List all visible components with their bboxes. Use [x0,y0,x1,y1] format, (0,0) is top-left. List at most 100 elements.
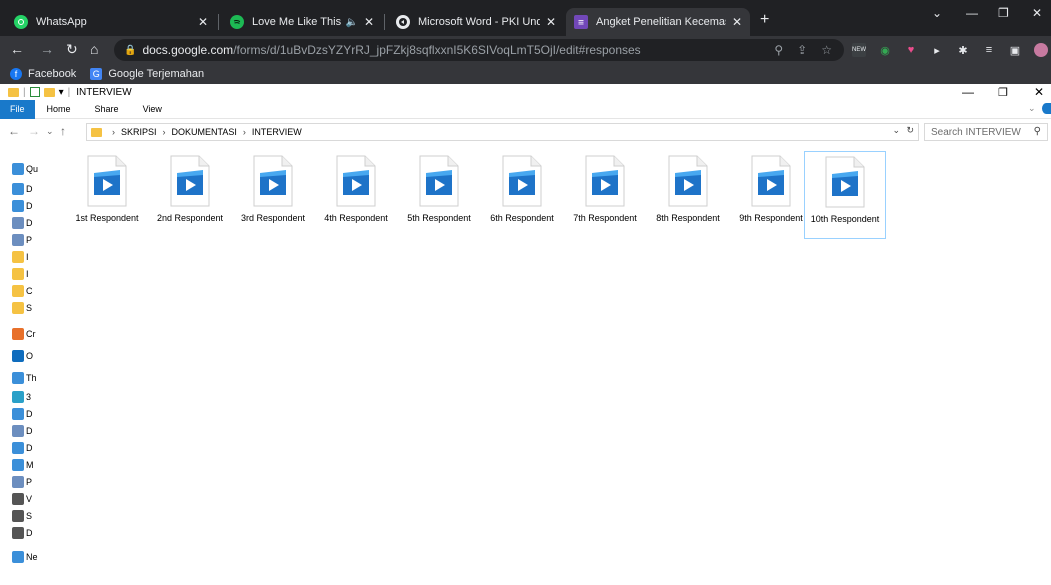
close-icon[interactable]: ✕ [198,15,208,29]
file-item[interactable]: 1st Respondent [66,151,148,239]
back-arrow-icon[interactable]: ← [8,124,20,138]
recent-locations-icon[interactable]: ⌄ [46,126,54,137]
file-item[interactable]: 5th Respondent [398,151,480,239]
chevron-down-icon[interactable]: ⌄ [1028,103,1036,114]
breadcrumb-dokumentasi[interactable]: DOKUMENTASI [172,127,237,137]
sidebar-item[interactable]: O [12,349,42,363]
breadcrumb-skripsi[interactable]: SKRIPSI [121,127,157,137]
file-item[interactable]: 9th Respondent [730,151,812,239]
video-file-icon [585,155,625,207]
close-icon[interactable]: ✕ [364,15,374,29]
sidebar-item[interactable]: D [12,526,42,540]
ribbon-tabs: File Home Share View ⌄ [0,99,1051,119]
sidebar-item[interactable]: D [12,407,42,421]
bookmark-label: Google Terjemahan [108,68,205,80]
new-tab-button[interactable]: + [760,12,769,28]
tab-whatsapp[interactable]: WhatsApp ✕ [6,8,216,36]
sidebar-item[interactable]: D [12,216,42,230]
media-queue-icon[interactable]: ≡ [982,43,996,57]
tab-view[interactable]: View [131,104,174,114]
breadcrumb-separator: › [112,127,115,137]
avatar[interactable] [1034,43,1048,57]
checkmark-icon[interactable] [29,87,40,97]
close-icon[interactable]: ✕ [546,15,556,29]
sidebar-item[interactable]: P [12,233,42,247]
speaker-icon[interactable]: 🔈 [345,17,357,28]
file-item[interactable]: 6th Respondent [481,151,563,239]
reload-icon[interactable]: ↻ [66,41,78,57]
puzzle-icon[interactable]: ✱ [956,43,970,57]
new-extension-icon[interactable]: NEW [852,43,866,57]
side-panel-icon[interactable]: ▣ [1008,43,1022,57]
address-bar[interactable]: 🔒 docs.google.com /forms/d/1uBvDzsYZYrRJ… [114,39,844,61]
sidebar-item-label: D [26,443,33,453]
sidebar-item[interactable]: D [12,199,42,213]
minimize-button[interactable]: — [966,6,978,20]
close-window-button[interactable]: ✕ [1034,85,1044,99]
file-item[interactable]: 10th Respondent [804,151,886,239]
folder-icon[interactable] [43,87,55,97]
file-name: 9th Respondent [739,213,803,223]
sidebar-item-label: C [26,286,33,296]
file-item[interactable]: 2nd Respondent [149,151,231,239]
breadcrumb-interview[interactable]: INTERVIEW [252,127,302,137]
explorer-address-bar[interactable]: › SKRIPSI › DOKUMENTASI › INTERVIEW ⌄ ↻ [86,123,919,141]
file-item[interactable]: 8th Respondent [647,151,729,239]
sidebar-item[interactable]: Ne [12,550,42,564]
chevron-down-icon[interactable]: ⌄ [932,6,942,20]
file-item[interactable]: 7th Respondent [564,151,646,239]
restore-button[interactable]: ❐ [998,6,1009,20]
restore-button[interactable]: ❐ [998,86,1008,99]
share-icon[interactable]: ⇪ [797,43,807,57]
forward-arrow-icon[interactable]: → [28,124,40,138]
sidebar-item[interactable]: Th [12,371,42,385]
close-icon[interactable]: ✕ [732,15,742,29]
network-icon [12,551,24,563]
bookmark-star-icon[interactable]: ☆ [821,43,832,57]
refresh-icon[interactable]: ↻ [906,125,914,136]
sidebar-item[interactable]: D [12,441,42,455]
back-arrow-icon[interactable]: ← [10,41,24,57]
tab-file[interactable]: File [0,99,35,119]
heart-icon[interactable]: ♥ [904,43,918,57]
dropdown-icon[interactable]: ▾ [59,87,64,98]
folder-icon [12,268,24,280]
bookmark-facebook[interactable]: f Facebook [10,68,76,80]
sidebar-item[interactable]: D [12,424,42,438]
breadcrumb-separator: › [242,127,246,137]
zoom-icon[interactable]: ⚲ [774,43,783,57]
file-item[interactable]: 3rd Respondent [232,151,314,239]
video-file-icon [502,155,542,207]
grammarly-icon[interactable]: ◉ [878,43,892,57]
close-window-button[interactable]: ✕ [1032,6,1042,20]
search-input[interactable]: Search INTERVIEW ⚲ [924,123,1048,141]
help-icon[interactable] [1042,103,1051,114]
tab-google-forms[interactable]: Angket Penelitian Kecemasan Si ✕ [566,8,750,36]
sidebar-item[interactable]: D [12,182,42,196]
play-icon[interactable]: ▸ [930,43,944,57]
sidebar-item[interactable]: I [12,250,42,264]
file-item[interactable]: 4th Respondent [315,151,397,239]
chevron-down-icon[interactable]: ⌄ [892,125,900,136]
sidebar-item[interactable]: Qu [12,162,42,176]
minimize-button[interactable]: — [962,85,974,99]
bookmark-google-terjemahan[interactable]: G Google Terjemahan [90,68,204,80]
sidebar-item[interactable]: C [12,284,42,298]
sidebar-item[interactable]: S [12,301,42,315]
sidebar-item[interactable]: P [12,475,42,489]
sidebar-item[interactable]: Cr [12,327,42,341]
sidebar-item[interactable]: V [12,492,42,506]
sidebar-item[interactable]: 3 [12,390,42,404]
forward-arrow-icon[interactable]: → [40,41,54,57]
tab-home[interactable]: Home [35,104,83,114]
home-icon[interactable]: ⌂ [90,41,98,57]
tab-share[interactable]: Share [83,104,131,114]
download-icon [12,200,24,212]
tab-microsoft-word[interactable]: Microsoft Word - PKI Undiksha 8 ✕ [388,8,564,36]
up-arrow-icon[interactable]: ↑ [60,124,66,138]
sidebar-item-label: I [26,269,29,279]
sidebar-item[interactable]: M [12,458,42,472]
tab-spotify[interactable]: Love Me Like This • NMIXX 🔈 ✕ [222,8,382,36]
sidebar-item[interactable]: S [12,509,42,523]
sidebar-item[interactable]: I [12,267,42,281]
